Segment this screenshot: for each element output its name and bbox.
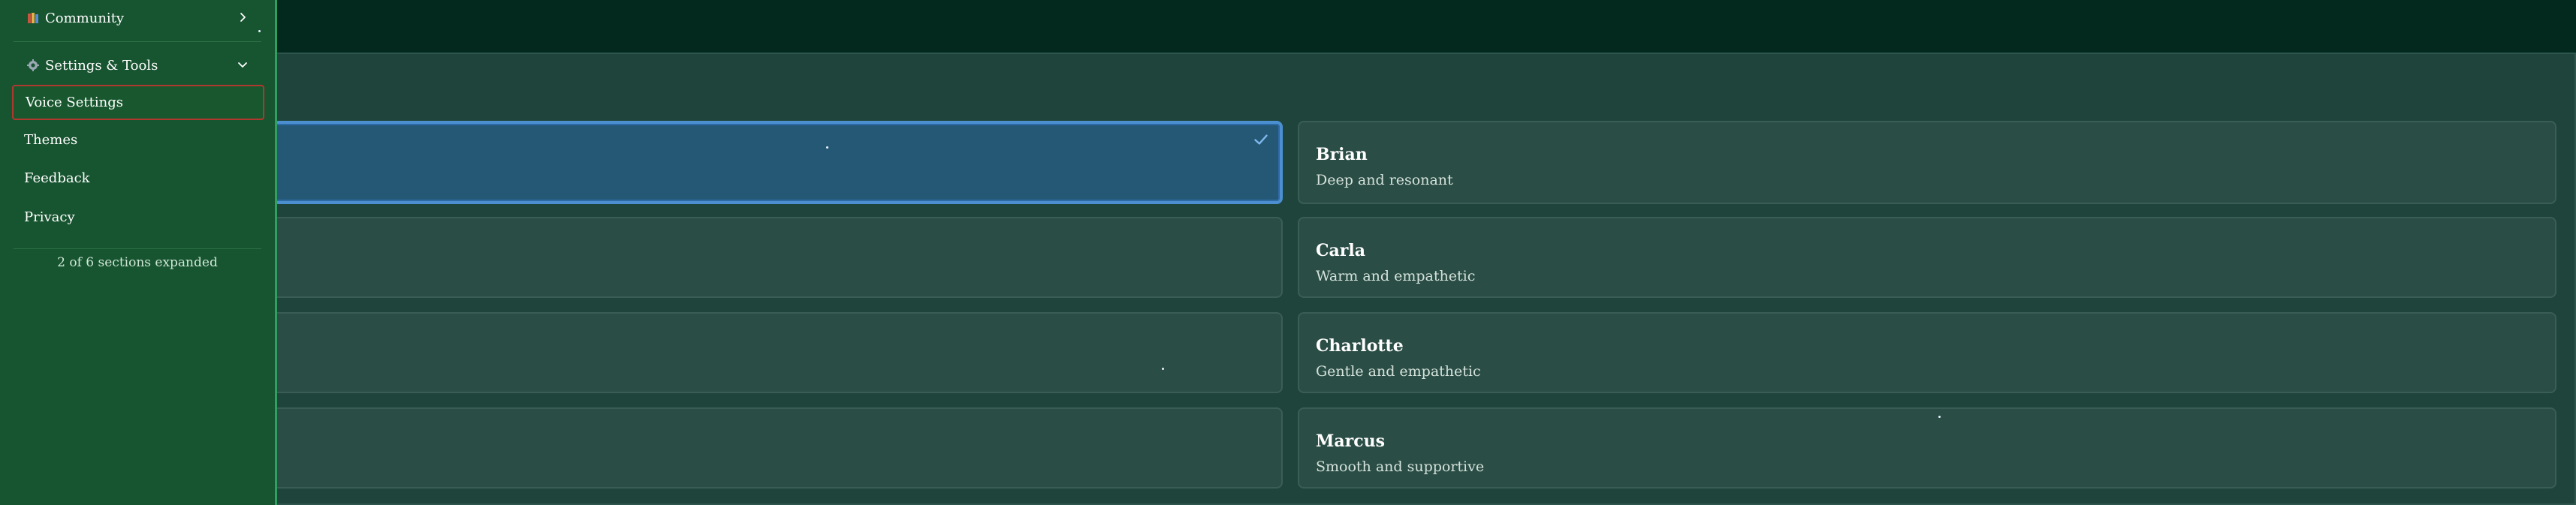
sidebar-item-label: Feedback — [24, 170, 90, 186]
sidebar-item-voice-settings[interactable]: Voice Settings — [12, 85, 264, 120]
voice-name: Carla — [1316, 241, 1365, 260]
voice-card-charlotte[interactable]: Charlotte Gentle and empathetic — [1298, 312, 2556, 393]
sections-expanded-status: 2 of 6 sections expanded — [57, 255, 218, 270]
sidebar-item-feedback[interactable]: Feedback — [12, 161, 264, 194]
voice-card[interactable] — [225, 407, 1283, 488]
sidebar-divider — [14, 41, 261, 42]
sidebar-item-label: Themes — [24, 131, 78, 148]
sidebar-section-label: Community — [45, 10, 125, 26]
voice-description: Gentle and empathetic — [1316, 363, 1481, 380]
voice-card[interactable] — [225, 312, 1283, 393]
voice-description: Deep and resonant — [1316, 172, 1453, 188]
chevron-down-icon — [238, 62, 247, 68]
voice-name: Marcus — [1316, 431, 1385, 451]
voice-card[interactable] — [225, 217, 1283, 298]
sidebar-item-label: Privacy — [24, 209, 75, 225]
sidebar-item-privacy[interactable]: Privacy — [12, 200, 264, 233]
top-bar — [0, 0, 2576, 53]
sidebar-section-label: Settings & Tools — [45, 57, 158, 74]
sidebar-section-settings-tools[interactable]: Settings & Tools — [0, 47, 275, 83]
sidebar-item-themes[interactable]: Themes — [12, 123, 264, 156]
cursor-dot — [826, 146, 828, 149]
voice-name: Brian — [1316, 145, 1368, 164]
voice-description: Smooth and supportive — [1316, 458, 1485, 475]
voice-name: Charlotte — [1316, 336, 1404, 356]
sidebar: Community Settings & Tools Voice Setting… — [0, 0, 277, 505]
sidebar-item-label: Voice Settings — [26, 95, 123, 110]
cursor-dot — [258, 30, 261, 32]
cursor-dot — [1938, 416, 1941, 418]
checkmark-icon — [1254, 134, 1268, 145]
chevron-right-icon — [240, 13, 246, 22]
cursor-dot — [1162, 368, 1164, 370]
voice-description: Warm and empathetic — [1316, 268, 1476, 284]
sidebar-divider — [14, 248, 261, 249]
gear-icon — [26, 58, 41, 73]
voice-card-marcus[interactable]: Marcus Smooth and supportive — [1298, 407, 2556, 488]
voice-card-carla[interactable]: Carla Warm and empathetic — [1298, 217, 2556, 298]
voice-card-selected[interactable] — [225, 121, 1283, 204]
books-icon — [26, 11, 41, 26]
sidebar-section-community[interactable]: Community — [0, 0, 275, 36]
voice-card-brian[interactable]: Brian Deep and resonant — [1298, 121, 2556, 204]
